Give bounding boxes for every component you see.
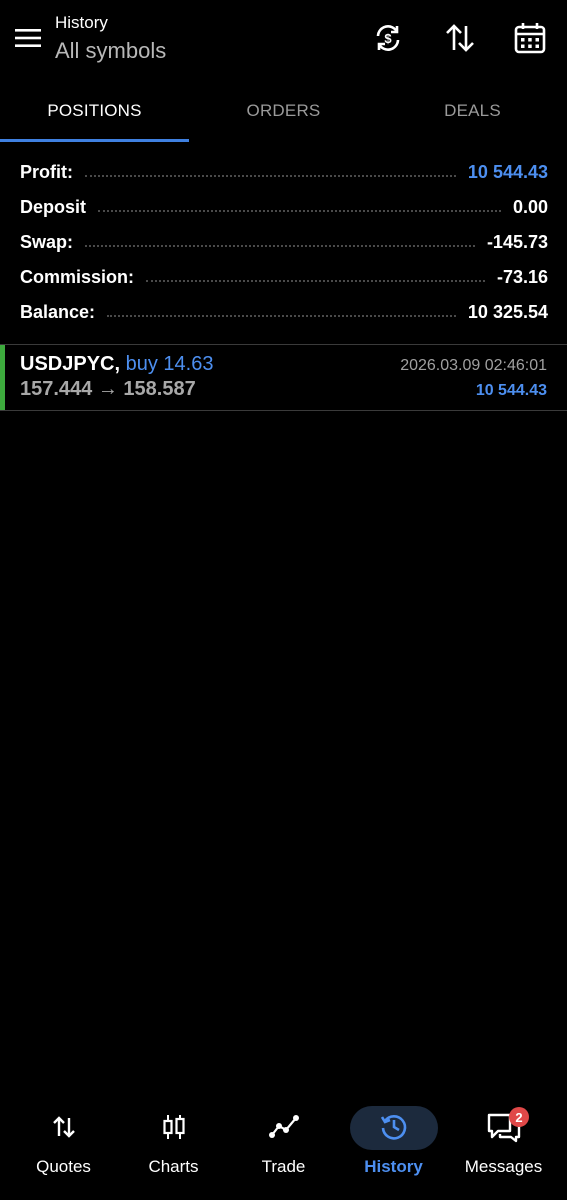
summary-row-swap: Swap: -145.73 bbox=[20, 225, 548, 260]
summary-row-profit: Profit: 10 544.43 bbox=[20, 155, 548, 190]
history-icon bbox=[374, 1111, 414, 1143]
position-time: 2026.03.09 02:46:01 bbox=[400, 357, 547, 374]
dotted-leader bbox=[146, 279, 485, 282]
nav-label: Quotes bbox=[36, 1157, 91, 1176]
tab-deals[interactable]: DEALS bbox=[378, 80, 567, 142]
trade-icon bbox=[264, 1111, 304, 1143]
position-prices: 157.444 → 158.587 bbox=[20, 378, 196, 400]
nav-messages[interactable]: 2 Messages bbox=[447, 1095, 560, 1195]
active-tab-indicator bbox=[0, 139, 189, 142]
nav-label: Charts bbox=[148, 1157, 199, 1176]
sort-button[interactable] bbox=[440, 18, 480, 58]
dotted-leader bbox=[107, 314, 456, 317]
history-tabs: POSITIONS ORDERS DEALS bbox=[0, 80, 567, 144]
position-header: USDJPYC, buy 14.63 bbox=[20, 353, 213, 376]
position-type-bar bbox=[0, 345, 5, 410]
menu-icon bbox=[15, 29, 41, 47]
deposit-value: 0.00 bbox=[512, 197, 548, 217]
notification-badge: 2 bbox=[509, 1107, 529, 1127]
calendar-button[interactable] bbox=[510, 18, 550, 58]
nav-label: Trade bbox=[261, 1157, 306, 1176]
position-row[interactable]: USDJPYC, buy 14.63 157.444 → 158.587 202… bbox=[0, 345, 567, 410]
swap-label: Swap: bbox=[20, 232, 74, 252]
nav-charts[interactable]: Charts bbox=[117, 1095, 230, 1195]
divider bbox=[0, 410, 567, 411]
summary-row-commission: Commission: -73.16 bbox=[20, 260, 548, 295]
commission-value: -73.16 bbox=[496, 267, 548, 287]
dotted-leader bbox=[85, 174, 456, 177]
history-screen: History All symbols $ POSITIONS ORDERS D… bbox=[0, 0, 567, 1200]
position-side-volume: buy 14.63 bbox=[125, 353, 214, 375]
dotted-leader bbox=[85, 244, 475, 247]
nav-quotes[interactable]: Quotes bbox=[7, 1095, 120, 1195]
nav-label: History bbox=[364, 1157, 423, 1176]
bottom-navigation: Quotes Charts Trade History 2 Messages bbox=[0, 1095, 567, 1200]
position-profit: 10 544.43 bbox=[475, 382, 547, 399]
quotes-icon bbox=[44, 1111, 84, 1143]
position-symbol: USDJPYC, bbox=[20, 353, 121, 375]
profit-value: 10 544.43 bbox=[467, 162, 548, 182]
nav-history[interactable]: History bbox=[337, 1095, 450, 1195]
svg-text:$: $ bbox=[384, 31, 392, 46]
menu-button[interactable] bbox=[10, 20, 46, 56]
dotted-leader bbox=[98, 209, 501, 212]
sync-button[interactable]: $ bbox=[368, 18, 408, 58]
page-title: History bbox=[55, 13, 108, 32]
calendar-icon bbox=[514, 23, 546, 54]
commission-label: Commission: bbox=[20, 267, 135, 287]
charts-icon bbox=[154, 1111, 194, 1143]
sort-icon bbox=[446, 24, 474, 52]
symbol-filter[interactable]: All symbols bbox=[55, 36, 166, 66]
nav-trade[interactable]: Trade bbox=[227, 1095, 340, 1195]
summary-panel: Profit: 10 544.43 Deposit 0.00 Swap: -14… bbox=[20, 155, 548, 330]
nav-label: Messages bbox=[464, 1157, 543, 1176]
tab-positions[interactable]: POSITIONS bbox=[0, 80, 189, 142]
profit-label: Profit: bbox=[20, 162, 73, 182]
tab-orders[interactable]: ORDERS bbox=[189, 80, 378, 142]
swap-value: -145.73 bbox=[486, 232, 548, 252]
app-header: History All symbols $ bbox=[0, 0, 567, 80]
balance-value: 10 325.54 bbox=[467, 302, 548, 322]
header-titles[interactable]: History All symbols bbox=[55, 12, 166, 66]
summary-row-deposit: Deposit 0.00 bbox=[20, 190, 548, 225]
balance-label: Balance: bbox=[20, 302, 96, 322]
summary-row-balance: Balance: 10 325.54 bbox=[20, 295, 548, 330]
deposit-label: Deposit bbox=[20, 197, 87, 217]
sync-icon: $ bbox=[376, 25, 400, 51]
